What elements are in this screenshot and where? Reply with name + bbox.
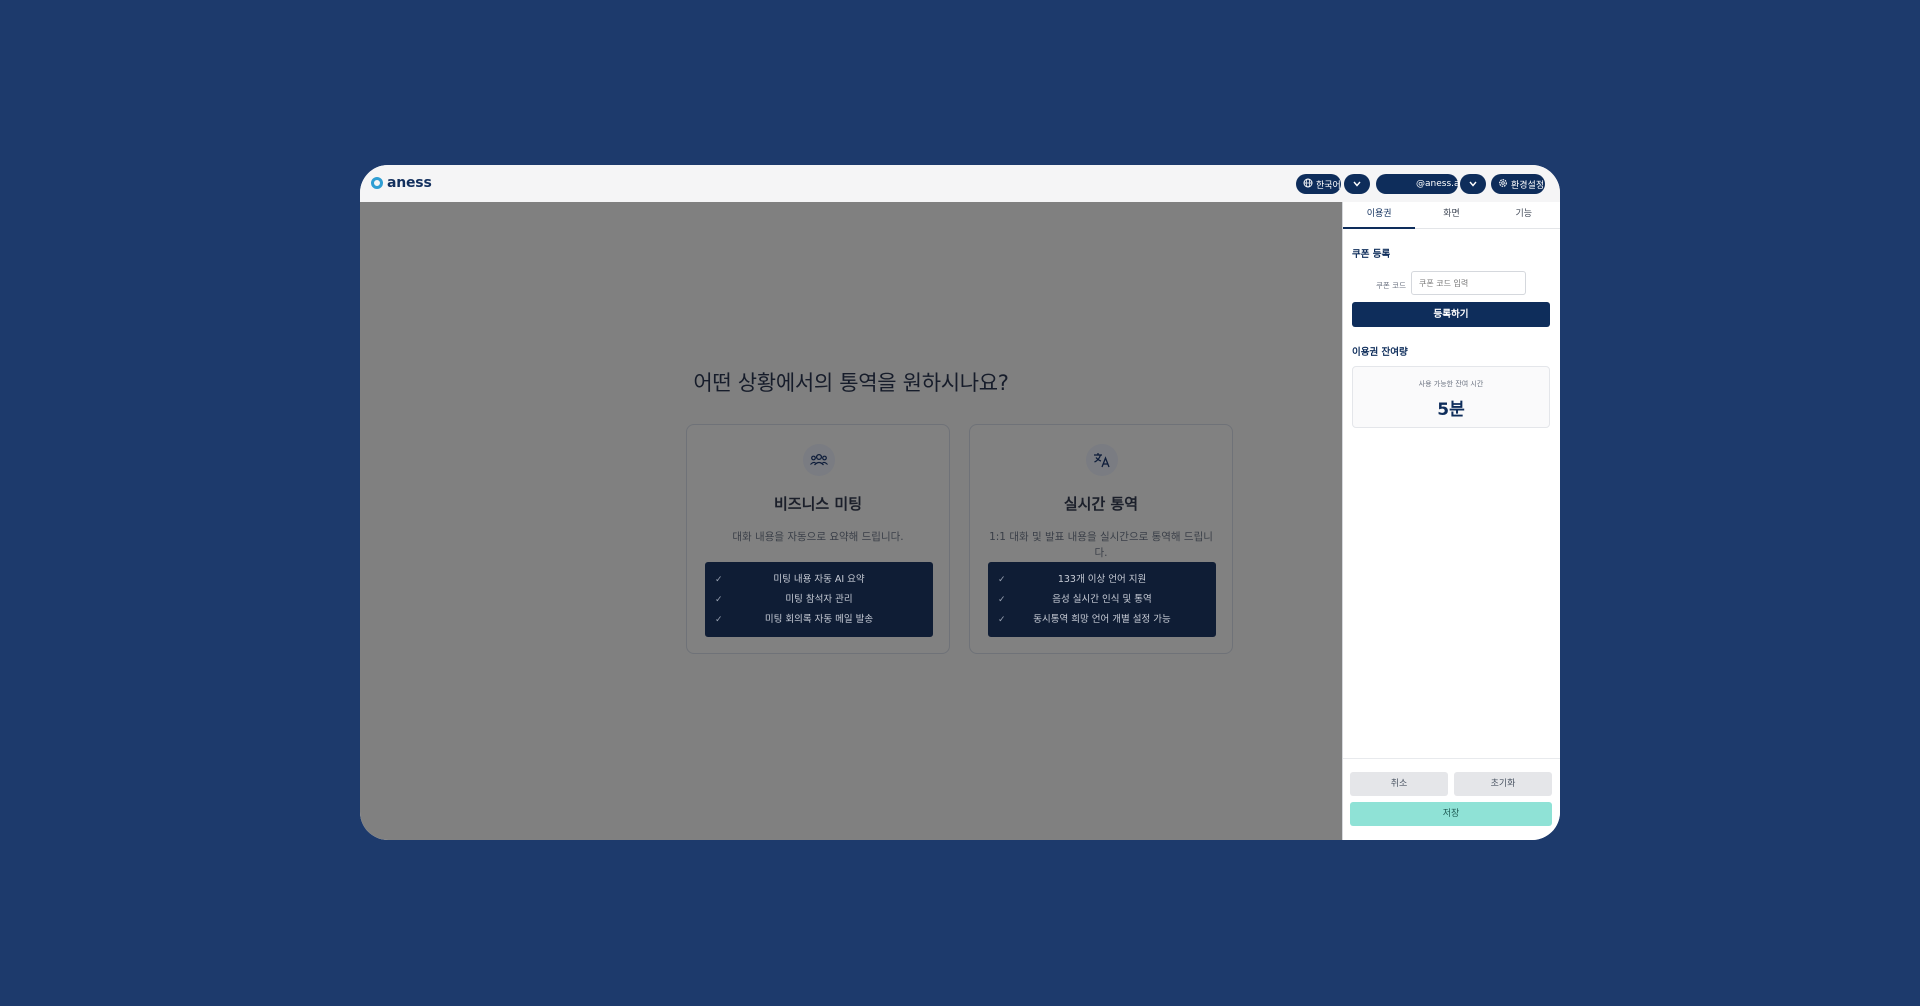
tab-display[interactable]: 화면 <box>1415 202 1487 228</box>
remaining-time-value: 5분 <box>1437 400 1465 420</box>
remaining-time-label: 사용 가능한 잔여 시간 <box>1418 380 1484 388</box>
footer-divider <box>1343 758 1560 759</box>
settings-label: 환경설정 <box>1511 180 1545 191</box>
card-title: 실시간 통역 <box>1063 495 1139 513</box>
page-title: 어떤 상황에서의 통역을 원하시나요? <box>693 371 1009 395</box>
feature-text: 133개 이상 언어 지원 <box>1057 574 1147 585</box>
remaining-section-title: 이용권 잔여량 <box>1352 347 1408 358</box>
business-meeting-card[interactable]: 비즈니스 미팅 대화 내용을 자동으로 요약해 드립니다. ✓ 미팅 내용 자동 … <box>686 424 950 654</box>
card-description: 대화 내용을 자동으로 요약해 드립니다. <box>732 531 904 543</box>
register-coupon-button[interactable]: 등록하기 <box>1352 302 1550 327</box>
realtime-interpretation-card[interactable]: 실시간 통역 1:1 대화 및 발표 내용을 실시간으로 통역해 드립니다. ✓… <box>969 424 1233 654</box>
reset-button[interactable]: 초기화 <box>1454 772 1552 796</box>
coupon-code-input[interactable] <box>1411 271 1526 295</box>
coupon-code-label: 쿠폰 코드 <box>1376 281 1406 290</box>
language-button[interactable]: 한국어 <box>1296 174 1341 194</box>
save-button[interactable]: 저장 <box>1350 802 1552 826</box>
feature-text: 미팅 회의록 자동 메일 발송 <box>764 614 874 625</box>
tab-subscription[interactable]: 이용권 <box>1343 202 1416 229</box>
brand-name: aness <box>387 175 432 191</box>
check-icon: ✓ <box>998 615 1006 625</box>
check-icon: ✓ <box>715 575 723 585</box>
feature-text: 동시통역 희망 언어 개별 설정 가능 <box>1033 614 1171 625</box>
logo-ring-icon <box>371 177 383 189</box>
remaining-time-box: 사용 가능한 잔여 시간 5분 <box>1352 366 1550 428</box>
brand-logo[interactable]: aness <box>371 175 432 191</box>
settings-button[interactable]: 환경설정 <box>1491 174 1545 194</box>
card-description: 1:1 대화 및 발표 내용을 실시간으로 통역해 드립니다. <box>989 531 1213 559</box>
check-icon: ✓ <box>998 595 1006 605</box>
feature-list: ✓ 미팅 내용 자동 AI 요약 ✓ 미팅 참석자 관리 ✓ 미팅 회의록 자동 메일… <box>705 562 933 637</box>
feature-item: ✓ 133개 이상 언어 지원 <box>988 570 1216 590</box>
card-title: 비즈니스 미팅 <box>773 495 863 513</box>
feature-list: ✓ 133개 이상 언어 지원 ✓ 음성 실시간 인식 및 통역 ✓ 동시통역 희망 … <box>988 562 1216 637</box>
feature-item: ✓ 음성 실시간 인식 및 통역 <box>988 590 1216 610</box>
top-bar: aness 한국어 @aness.ai 환경설정 <box>360 165 1560 202</box>
feature-text: 음성 실시간 인식 및 통역 <box>1052 594 1152 605</box>
settings-tabs: 이용권 화면 기능 <box>1343 202 1560 229</box>
feature-text: 미팅 내용 자동 AI 요약 <box>773 574 865 585</box>
settings-panel: 이용권 화면 기능 쿠폰 등록 쿠폰 코드 등록하기 이용권 잔여량 사용 가능… <box>1342 202 1560 840</box>
feature-item: ✓ 동시통역 희망 언어 개별 설정 가능 <box>988 610 1216 630</box>
check-icon: ✓ <box>998 575 1006 585</box>
users-icon <box>803 444 835 476</box>
language-dropdown-button[interactable] <box>1344 174 1370 194</box>
feature-item: ✓ 미팅 참석자 관리 <box>705 590 933 610</box>
app-window: aness 한국어 @aness.ai 환경설정 어떤 상황에서의 통역을 원하… <box>360 165 1560 840</box>
chevron-down-icon <box>1353 179 1361 190</box>
cancel-button[interactable]: 취소 <box>1350 772 1448 796</box>
account-dropdown-button[interactable] <box>1460 174 1486 194</box>
feature-text: 미팅 참석자 관리 <box>785 594 853 605</box>
feature-item: ✓ 미팅 내용 자동 AI 요약 <box>705 570 933 590</box>
translate-icon <box>1086 444 1118 476</box>
account-button[interactable]: @aness.ai <box>1376 174 1462 194</box>
check-icon: ✓ <box>715 615 723 625</box>
feature-item: ✓ 미팅 회의록 자동 메일 발송 <box>705 610 933 630</box>
check-icon: ✓ <box>715 595 723 605</box>
coupon-section-title: 쿠폰 등록 <box>1352 249 1391 260</box>
account-email: @aness.ai <box>1416 179 1463 189</box>
chevron-down-icon <box>1469 179 1477 190</box>
gear-icon <box>1498 178 1508 191</box>
main-content-overlay: 어떤 상황에서의 통역을 원하시나요? 비즈니스 미팅 대화 내용을 자동으로 … <box>360 202 1342 840</box>
globe-icon <box>1303 178 1313 191</box>
tab-features[interactable]: 기능 <box>1488 202 1560 228</box>
language-label: 한국어 <box>1316 180 1341 191</box>
